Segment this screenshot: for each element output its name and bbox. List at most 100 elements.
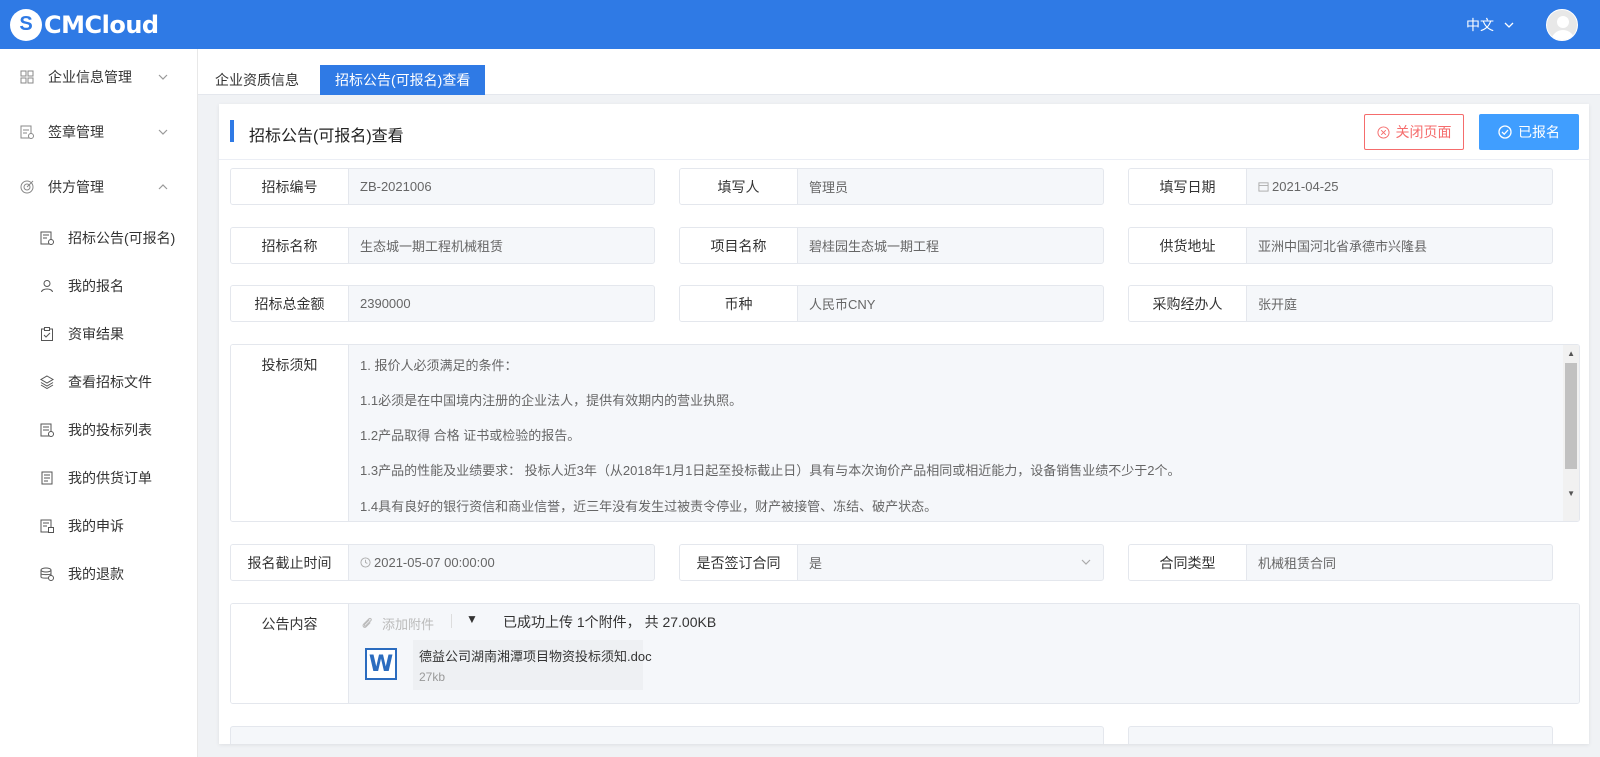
scroll-thumb[interactable]: [1565, 363, 1577, 469]
sidebar-item-label: 资审结果: [68, 326, 124, 342]
field-bid-notice: 投标须知 1. 报价人必须满足的条件： 1.1必须是在中国境内注册的企业法人，提…: [230, 344, 1580, 522]
sidebar: 企业信息管理 签章管理 供方管理 招标公告(可报名) 我的报名 资审结果 查看招…: [0, 49, 198, 757]
field-value: 2390000: [360, 296, 411, 311]
tab-company-qualification[interactable]: 企业资质信息: [200, 65, 314, 95]
supply-address-input[interactable]: 亚洲中国河北省承德市兴隆县: [1247, 228, 1552, 263]
sidebar-group-label: 签章管理: [48, 124, 104, 140]
scroll-up-icon[interactable]: ▲: [1567, 349, 1575, 358]
word-file-icon: W: [365, 648, 397, 680]
sidebar-item-bid-notice[interactable]: 招标公告(可报名): [0, 218, 198, 258]
bid-notice-textarea[interactable]: 1. 报价人必须满足的条件： 1.1必须是在中国境内注册的企业法人，提供有效期内…: [349, 345, 1579, 521]
notice-line: 1.4具有良好的银行资信和商业信誉，近三年没有发生过被责令停业，财产被接管、冻结…: [360, 499, 938, 514]
sidebar-item-my-orders[interactable]: 我的供货订单: [0, 458, 198, 498]
file-info: 德益公司湖南湘潭项目物资投标须知.doc 27kb: [413, 640, 652, 690]
field-value: 人民币CNY: [809, 297, 876, 312]
field-value: ZB-2021006: [360, 179, 432, 194]
deadline-picker[interactable]: 2021-05-07 00:00:00: [349, 545, 654, 580]
notice-line: 1.2产品取得 合格 证书或检验的报告。: [360, 428, 581, 443]
sidebar-item-label: 招标公告(可报名): [68, 230, 176, 246]
tab-bid-notice-view[interactable]: 招标公告(可报名)查看: [320, 65, 486, 95]
sidebar-group-label: 供方管理: [48, 179, 104, 195]
field-project-name: 项目名称 碧桂园生态城一期工程: [679, 227, 1104, 264]
card-header: 招标公告(可报名)查看 关闭页面 已报名: [219, 104, 1589, 160]
field-fill-date: 填写日期 2021-04-25: [1128, 168, 1553, 205]
calendar-icon: [1258, 182, 1269, 192]
field-filler: 填写人 管理员: [679, 168, 1104, 205]
close-page-button[interactable]: 关闭页面: [1364, 114, 1464, 150]
field-bid-name: 招标名称 生态城一期工程机械租赁: [230, 227, 655, 264]
layers-icon: [40, 375, 54, 389]
file-list-icon: [40, 423, 54, 437]
sidebar-item-qualification-result[interactable]: 资审结果: [0, 314, 198, 354]
add-attachment-label: 添加附件: [382, 617, 435, 632]
scroll-down-icon[interactable]: ▼: [1567, 489, 1575, 498]
sidebar-group-company-info[interactable]: 企业信息管理: [0, 57, 198, 97]
sidebar-item-label: 我的报名: [68, 278, 124, 294]
language-selector[interactable]: 中文: [1466, 15, 1514, 35]
field-contract-type: 合同类型 机械租赁合同: [1128, 544, 1553, 581]
field-bid-no: 招标编号 ZB-2021006: [230, 168, 655, 205]
upload-status: 已成功上传 1个附件， 共 27.00KB: [503, 614, 717, 630]
chevron-up-icon: [158, 184, 168, 190]
detail-card: 招标公告(可报名)查看 关闭页面 已报名 招标编号 ZB-2021006 填写人…: [219, 104, 1589, 744]
sidebar-group-supplier[interactable]: 供方管理: [0, 167, 198, 207]
sidebar-item-view-bid-files[interactable]: 查看招标文件: [0, 362, 198, 402]
chevron-down-icon: [158, 129, 168, 135]
logo[interactable]: S CMCloud: [10, 8, 159, 41]
title-accent-bar: [230, 120, 234, 142]
sidebar-item-my-registration[interactable]: 我的报名: [0, 266, 198, 306]
sign-contract-select[interactable]: 是: [798, 545, 1103, 580]
sidebar-item-my-refunds[interactable]: 我的退款: [0, 554, 198, 594]
purchaser-input[interactable]: 张开庭: [1247, 286, 1552, 321]
notice-line: 1.1必须是在中国境内注册的企业法人，提供有效期内的营业执照。: [360, 393, 743, 408]
language-label: 中文: [1466, 17, 1494, 33]
field-value: 生态城一期工程机械租赁: [360, 239, 504, 254]
project-name-input[interactable]: 碧桂园生态城一期工程: [798, 228, 1103, 263]
fill-date-picker[interactable]: 2021-04-25: [1247, 169, 1552, 204]
currency-input[interactable]: 人民币CNY: [798, 286, 1103, 321]
notice-line: 1.3产品的性能及业绩要求： 投标人近3年（从2018年1月1日起至投标截止日）…: [360, 463, 1181, 478]
user-avatar-icon[interactable]: [1546, 9, 1578, 41]
stamp-icon: [20, 125, 34, 139]
field-label: 填写日期: [1129, 169, 1247, 204]
filler-input[interactable]: 管理员: [798, 169, 1103, 204]
sidebar-group-signature[interactable]: 签章管理: [0, 112, 198, 152]
caret-down-icon[interactable]: ▼: [466, 612, 478, 626]
field-value: 管理员: [809, 180, 849, 195]
add-attachment-button[interactable]: 添加附件: [361, 614, 434, 633]
field-label: 项目名称: [680, 228, 798, 263]
field-label: 合同类型: [1129, 545, 1247, 580]
clipboard-check-icon: [41, 327, 53, 341]
field-value: 亚洲中国河北省承德市兴隆县: [1258, 239, 1428, 254]
close-page-label: 关闭页面: [1395, 124, 1452, 140]
textarea-scrollbar[interactable]: ▲ ▼: [1563, 345, 1579, 521]
paperclip-icon: [362, 617, 372, 628]
total-amount-input[interactable]: 2390000: [349, 286, 654, 321]
field-announcement-content: 公告内容 添加附件 ▼ 已成功上传 1个附件， 共 27.00KB W 德益公司…: [230, 603, 1580, 704]
bid-name-input[interactable]: 生态城一期工程机械租赁: [349, 228, 654, 263]
logo-mark: S: [10, 8, 42, 41]
registered-button[interactable]: 已报名: [1479, 114, 1579, 150]
attachment-file[interactable]: W 德益公司湖南湘潭项目物资投标须知.doc 27kb: [361, 640, 652, 690]
notice-line: 1. 报价人必须满足的条件：: [360, 358, 518, 373]
check-circle-icon: [1498, 125, 1512, 139]
page-title: 招标公告(可报名)查看: [249, 128, 404, 145]
registered-label: 已报名: [1518, 124, 1560, 140]
field-label: 招标总金额: [231, 286, 349, 321]
sidebar-item-label: 查看招标文件: [68, 374, 152, 390]
bid-no-input[interactable]: ZB-2021006: [349, 169, 654, 204]
contract-type-input[interactable]: 机械租赁合同: [1247, 545, 1552, 580]
field-purchaser: 采购经办人 张开庭: [1128, 285, 1553, 322]
field-currency: 币种 人民币CNY: [679, 285, 1104, 322]
sidebar-group-label: 企业信息管理: [48, 69, 132, 85]
field-deadline: 报名截止时间 2021-05-07 00:00:00: [230, 544, 655, 581]
sidebar-item-my-complaints[interactable]: 我的申诉: [0, 506, 198, 546]
chevron-down-icon: [158, 74, 168, 80]
sidebar-item-my-bids[interactable]: 我的投标列表: [0, 410, 198, 450]
field-label: 报名截止时间: [231, 545, 349, 580]
file-name: 德益公司湖南湘潭项目物资投标须知.doc: [419, 649, 652, 664]
field-label: 填写人: [680, 169, 798, 204]
field-sign-contract: 是否签订合同 是: [679, 544, 1104, 581]
field-label: 采购经办人: [1129, 286, 1247, 321]
complaint-icon: [40, 519, 54, 533]
